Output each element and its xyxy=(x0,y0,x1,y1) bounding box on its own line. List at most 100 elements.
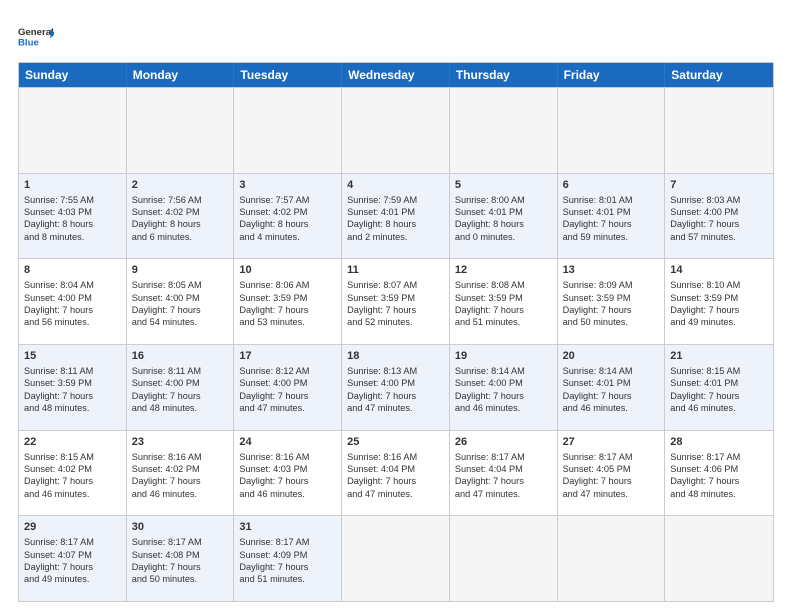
day-info-line: and 50 minutes. xyxy=(563,316,660,328)
day-info-line: Sunrise: 8:17 AM xyxy=(670,451,768,463)
day-info-line: Daylight: 7 hours xyxy=(132,304,229,316)
day-info-line: Daylight: 7 hours xyxy=(670,218,768,230)
day-info-line: Sunrise: 7:56 AM xyxy=(132,194,229,206)
day-info-line: Sunset: 3:59 PM xyxy=(670,292,768,304)
svg-text:General: General xyxy=(18,27,54,38)
day-info-line: and 48 minutes. xyxy=(24,402,121,414)
day-info-line: Sunrise: 8:07 AM xyxy=(347,279,444,291)
day-info-line: Sunset: 4:01 PM xyxy=(563,206,660,218)
calendar-empty-cell xyxy=(127,88,235,173)
day-info-line: Daylight: 8 hours xyxy=(24,218,121,230)
day-info-line: Sunrise: 8:11 AM xyxy=(24,365,121,377)
calendar-day: 27Sunrise: 8:17 AMSunset: 4:05 PMDayligh… xyxy=(558,431,666,516)
calendar-week: 8Sunrise: 8:04 AMSunset: 4:00 PMDaylight… xyxy=(19,258,773,344)
day-info-line: Sunrise: 7:55 AM xyxy=(24,194,121,206)
day-info-line: and 47 minutes. xyxy=(455,488,552,500)
day-number: 13 xyxy=(563,263,660,278)
day-info-line: and 54 minutes. xyxy=(132,316,229,328)
calendar-day: 23Sunrise: 8:16 AMSunset: 4:02 PMDayligh… xyxy=(127,431,235,516)
calendar: SundayMondayTuesdayWednesdayThursdayFrid… xyxy=(18,62,774,602)
calendar-header: SundayMondayTuesdayWednesdayThursdayFrid… xyxy=(19,63,773,87)
day-info-line: Sunset: 4:09 PM xyxy=(239,549,336,561)
day-info-line: Sunrise: 8:09 AM xyxy=(563,279,660,291)
day-info-line: and 51 minutes. xyxy=(455,316,552,328)
day-info-line: Daylight: 7 hours xyxy=(239,561,336,573)
day-number: 7 xyxy=(670,178,768,193)
day-info-line: and 47 minutes. xyxy=(347,488,444,500)
day-info-line: Daylight: 8 hours xyxy=(455,218,552,230)
day-number: 3 xyxy=(239,178,336,193)
calendar-empty-cell xyxy=(234,88,342,173)
day-info-line: and 52 minutes. xyxy=(347,316,444,328)
day-info-line: Sunrise: 8:15 AM xyxy=(670,365,768,377)
day-header: Tuesday xyxy=(234,63,342,87)
day-info-line: Sunset: 3:59 PM xyxy=(455,292,552,304)
day-info-line: and 46 minutes. xyxy=(132,488,229,500)
day-number: 22 xyxy=(24,435,121,450)
day-info-line: Daylight: 7 hours xyxy=(132,561,229,573)
calendar-empty-cell xyxy=(450,88,558,173)
day-info-line: Daylight: 7 hours xyxy=(563,304,660,316)
day-number: 10 xyxy=(239,263,336,278)
day-info-line: Sunrise: 8:03 AM xyxy=(670,194,768,206)
day-info-line: Sunrise: 8:13 AM xyxy=(347,365,444,377)
day-info-line: Sunset: 4:08 PM xyxy=(132,549,229,561)
day-info-line: Sunset: 4:00 PM xyxy=(24,292,121,304)
day-info-line: and 53 minutes. xyxy=(239,316,336,328)
calendar-day: 11Sunrise: 8:07 AMSunset: 3:59 PMDayligh… xyxy=(342,259,450,344)
day-info-line: Sunset: 3:59 PM xyxy=(563,292,660,304)
day-info-line: and 48 minutes. xyxy=(132,402,229,414)
day-info-line: Sunset: 4:04 PM xyxy=(455,463,552,475)
day-info-line: Sunset: 4:04 PM xyxy=(347,463,444,475)
logo: General Blue xyxy=(18,18,54,54)
day-info-line: Sunrise: 8:00 AM xyxy=(455,194,552,206)
calendar-empty-cell xyxy=(342,516,450,601)
day-number: 5 xyxy=(455,178,552,193)
day-info-line: Daylight: 7 hours xyxy=(670,390,768,402)
day-number: 11 xyxy=(347,263,444,278)
day-info-line: Sunrise: 8:14 AM xyxy=(455,365,552,377)
day-info-line: and 47 minutes. xyxy=(239,402,336,414)
day-info-line: and 46 minutes. xyxy=(455,402,552,414)
day-info-line: Daylight: 7 hours xyxy=(563,218,660,230)
day-info-line: Sunset: 4:02 PM xyxy=(239,206,336,218)
day-info-line: and 46 minutes. xyxy=(24,488,121,500)
calendar-empty-cell xyxy=(342,88,450,173)
day-number: 25 xyxy=(347,435,444,450)
day-header: Monday xyxy=(127,63,235,87)
day-info-line: Daylight: 7 hours xyxy=(347,390,444,402)
day-number: 2 xyxy=(132,178,229,193)
day-number: 24 xyxy=(239,435,336,450)
day-info-line: Sunrise: 8:10 AM xyxy=(670,279,768,291)
day-header: Thursday xyxy=(450,63,558,87)
day-info-line: Sunset: 4:03 PM xyxy=(24,206,121,218)
day-info-line: Sunrise: 8:12 AM xyxy=(239,365,336,377)
day-number: 16 xyxy=(132,349,229,364)
day-info-line: Sunrise: 8:04 AM xyxy=(24,279,121,291)
day-info-line: Sunrise: 8:17 AM xyxy=(455,451,552,463)
day-number: 21 xyxy=(670,349,768,364)
day-info-line: Sunrise: 7:59 AM xyxy=(347,194,444,206)
calendar-body: 1Sunrise: 7:55 AMSunset: 4:03 PMDaylight… xyxy=(19,87,773,601)
calendar-day: 3Sunrise: 7:57 AMSunset: 4:02 PMDaylight… xyxy=(234,174,342,259)
calendar-day: 30Sunrise: 8:17 AMSunset: 4:08 PMDayligh… xyxy=(127,516,235,601)
day-info-line: Sunrise: 8:16 AM xyxy=(347,451,444,463)
day-info-line: and 57 minutes. xyxy=(670,231,768,243)
day-info-line: and 49 minutes. xyxy=(670,316,768,328)
day-info-line: Daylight: 7 hours xyxy=(239,390,336,402)
day-info-line: and 4 minutes. xyxy=(239,231,336,243)
day-info-line: and 59 minutes. xyxy=(563,231,660,243)
day-info-line: Sunrise: 8:17 AM xyxy=(563,451,660,463)
day-info-line: Sunset: 4:00 PM xyxy=(670,206,768,218)
day-header: Saturday xyxy=(665,63,773,87)
day-info-line: Daylight: 7 hours xyxy=(24,475,121,487)
day-info-line: Sunrise: 8:16 AM xyxy=(132,451,229,463)
header: General Blue xyxy=(18,18,774,54)
day-info-line: Sunset: 3:59 PM xyxy=(239,292,336,304)
day-info-line: Sunrise: 8:01 AM xyxy=(563,194,660,206)
day-info-line: Daylight: 7 hours xyxy=(24,390,121,402)
day-info-line: Sunset: 4:05 PM xyxy=(563,463,660,475)
day-info-line: Daylight: 7 hours xyxy=(455,304,552,316)
day-number: 9 xyxy=(132,263,229,278)
logo-svg: General Blue xyxy=(18,18,54,54)
